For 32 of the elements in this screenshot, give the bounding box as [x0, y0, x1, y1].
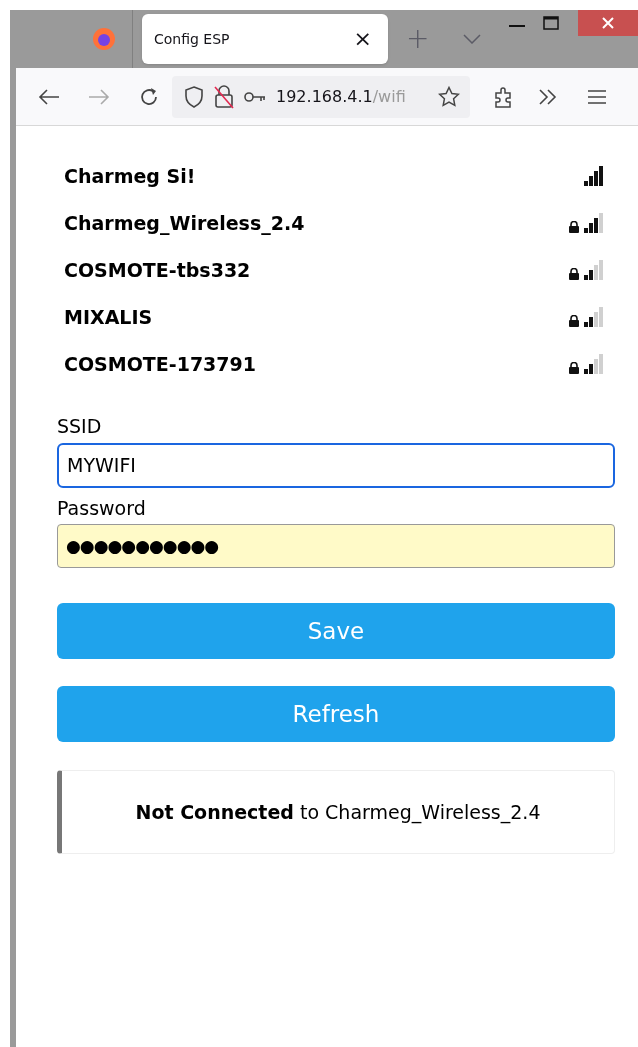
- more-tools-icon[interactable]: [538, 88, 558, 105]
- key-icon[interactable]: [244, 90, 266, 103]
- lock-icon: [569, 315, 579, 327]
- lock-icon: [569, 221, 579, 233]
- close-icon: [602, 17, 614, 29]
- reload-icon[interactable]: [138, 85, 160, 108]
- close-window-button[interactable]: [578, 10, 638, 36]
- network-link[interactable]: COSMOTE-173791: [64, 349, 569, 379]
- network-link[interactable]: Charmeg_Wireless_2.4: [64, 208, 569, 238]
- network-link[interactable]: COSMOTE-tbs332: [64, 255, 569, 285]
- minimize-icon[interactable]: [509, 25, 525, 29]
- ssid-field[interactable]: MYWIFI: [57, 442, 615, 488]
- maximize-icon[interactable]: [543, 16, 559, 30]
- network-link[interactable]: MIXALIS: [64, 302, 569, 332]
- password-label: Password: [57, 495, 147, 521]
- ssid-label: SSID: [57, 414, 103, 439]
- star-icon[interactable]: [438, 85, 460, 108]
- tab-title: Config ESP: [154, 29, 231, 49]
- password-field[interactable]: ●●●●●●●●●●●: [57, 524, 615, 568]
- lock-icon: [569, 268, 579, 280]
- network-link[interactable]: Charmeg Si!: [64, 161, 583, 191]
- menu-icon[interactable]: [588, 89, 606, 104]
- url-text: 192.168.4.1/wifi: [276, 85, 406, 108]
- shield-icon[interactable]: [184, 85, 204, 108]
- status-message: Not Connected to Charmeg_Wireless_2.4: [57, 770, 615, 854]
- insecure-lock-icon[interactable]: [214, 84, 234, 109]
- address-bar[interactable]: 192.168.4.1/wifi: [172, 75, 470, 118]
- close-tab-button[interactable]: ×: [349, 28, 376, 50]
- lock-icon: [569, 362, 579, 374]
- back-icon[interactable]: [38, 87, 60, 106]
- extensions-icon[interactable]: [494, 85, 514, 108]
- browser-tab[interactable]: Config ESP ×: [142, 14, 388, 64]
